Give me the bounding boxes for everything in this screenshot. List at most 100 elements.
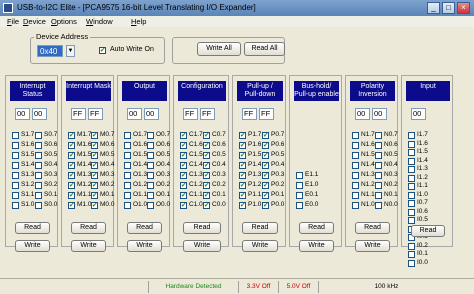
bit-checkbox[interactable]: ✔ [68, 172, 75, 179]
bit-checkbox[interactable] [296, 172, 303, 179]
bit-checkbox[interactable]: ✔ [91, 182, 98, 189]
bit-checkbox[interactable]: ✔ [203, 192, 210, 199]
bit-checkbox[interactable]: ✔ [239, 192, 246, 199]
bit-checkbox[interactable]: ✔ [239, 182, 246, 189]
bit-checkbox[interactable] [352, 152, 359, 159]
bit-checkbox[interactable]: ✔ [68, 142, 75, 149]
bit-checkbox[interactable]: ✔ [91, 162, 98, 169]
write-button[interactable]: Write [242, 240, 278, 252]
hex-value-field[interactable]: 00 [15, 108, 30, 120]
bit-checkbox[interactable]: ✔ [180, 162, 187, 169]
menu-file[interactable]: File [7, 16, 19, 27]
read-button[interactable]: Read [71, 222, 106, 234]
bit-checkbox[interactable]: ✔ [203, 162, 210, 169]
bit-checkbox[interactable] [408, 217, 415, 224]
hex-value-field[interactable]: 00 [372, 108, 387, 120]
bit-checkbox[interactable] [124, 172, 131, 179]
bit-checkbox[interactable] [375, 152, 382, 159]
hex-value-field[interactable]: FF [88, 108, 103, 120]
bit-checkbox[interactable] [147, 192, 154, 199]
bit-checkbox[interactable] [408, 157, 415, 165]
title-bar[interactable]: USB-to-I2C Elite - [PCA9575 16-bit Level… [0, 0, 474, 16]
bit-checkbox[interactable]: ✔ [180, 192, 187, 199]
write-button[interactable]: Write [299, 240, 334, 252]
bit-checkbox[interactable] [352, 192, 359, 199]
bit-checkbox[interactable]: ✔ [91, 152, 98, 159]
bit-checkbox[interactable] [408, 251, 415, 258]
bit-checkbox[interactable] [352, 132, 359, 139]
maximize-icon[interactable]: □ [442, 2, 455, 14]
bit-checkbox[interactable]: ✔ [91, 132, 98, 139]
menu-help[interactable]: Help [131, 16, 146, 27]
bit-checkbox[interactable] [375, 142, 382, 149]
bit-checkbox[interactable]: ✔ [203, 172, 210, 179]
write-button[interactable]: Write [127, 240, 162, 252]
hex-value-field[interactable]: 00 [144, 108, 159, 120]
bit-checkbox[interactable]: ✔ [180, 142, 187, 149]
bit-checkbox[interactable] [352, 182, 359, 189]
bit-checkbox[interactable]: ✔ [203, 182, 210, 189]
bit-checkbox[interactable]: ✔ [180, 132, 187, 139]
minimize-icon[interactable]: _ [427, 2, 440, 14]
bit-checkbox[interactable]: ✔ [91, 142, 98, 149]
bit-checkbox[interactable] [375, 162, 382, 169]
bit-checkbox[interactable] [12, 162, 19, 169]
bit-checkbox[interactable]: ✔ [262, 172, 269, 179]
bit-checkbox[interactable]: ✔ [68, 182, 75, 189]
write-button[interactable]: Write [355, 240, 390, 252]
bit-checkbox[interactable] [147, 132, 154, 139]
bit-checkbox[interactable]: ✔ [262, 202, 269, 209]
bit-checkbox[interactable] [375, 202, 382, 209]
bit-checkbox[interactable]: ✔ [239, 172, 246, 179]
bit-checkbox[interactable] [35, 202, 42, 209]
bit-checkbox[interactable]: ✔ [239, 202, 246, 209]
bit-checkbox[interactable]: ✔ [68, 152, 75, 159]
bit-checkbox[interactable] [147, 162, 154, 169]
bit-checkbox[interactable] [35, 172, 42, 179]
bit-checkbox[interactable] [408, 242, 415, 250]
bit-checkbox[interactable] [408, 200, 415, 207]
bit-checkbox[interactable] [35, 152, 42, 159]
hex-value-field[interactable]: 00 [32, 108, 47, 120]
bit-checkbox[interactable] [375, 182, 382, 189]
bit-checkbox[interactable] [352, 202, 359, 209]
bit-checkbox[interactable]: ✔ [180, 202, 187, 209]
read-button[interactable]: Read [127, 222, 162, 234]
hex-value-field[interactable]: FF [242, 108, 257, 120]
bit-checkbox[interactable] [352, 172, 359, 179]
chevron-down-icon[interactable]: ▼ [66, 45, 75, 57]
bit-checkbox[interactable]: ✔ [203, 202, 210, 209]
bit-checkbox[interactable]: ✔ [239, 162, 246, 169]
bit-checkbox[interactable]: ✔ [203, 142, 210, 149]
bit-checkbox[interactable] [375, 192, 382, 199]
hex-value-field[interactable]: 00 [411, 108, 426, 120]
bit-checkbox[interactable] [12, 132, 19, 139]
bit-checkbox[interactable] [408, 174, 415, 182]
bit-checkbox[interactable] [147, 152, 154, 159]
bit-checkbox[interactable]: ✔ [239, 142, 246, 149]
bit-checkbox[interactable] [35, 132, 42, 139]
bit-checkbox[interactable] [352, 162, 359, 169]
bit-checkbox[interactable] [408, 132, 415, 139]
bit-checkbox[interactable]: ✔ [68, 202, 75, 209]
bit-checkbox[interactable]: ✔ [239, 132, 246, 139]
menu-options[interactable]: Options [51, 16, 77, 27]
bit-checkbox[interactable] [124, 132, 131, 139]
bit-checkbox[interactable] [35, 182, 42, 189]
bit-checkbox[interactable] [124, 182, 131, 189]
bit-checkbox[interactable] [408, 140, 415, 148]
write-all-button[interactable]: Write All [197, 42, 241, 56]
device-address-select[interactable]: 0x40 [37, 45, 63, 57]
write-button[interactable]: Write [183, 240, 221, 252]
bit-checkbox[interactable]: ✔ [203, 132, 210, 139]
bit-checkbox[interactable] [408, 149, 415, 156]
bit-checkbox[interactable]: ✔ [262, 162, 269, 169]
read-button[interactable]: Read [183, 222, 221, 234]
bit-checkbox[interactable] [35, 162, 42, 169]
bit-checkbox[interactable]: ✔ [91, 192, 98, 199]
bit-checkbox[interactable]: ✔ [262, 182, 269, 189]
read-button[interactable]: Read [355, 222, 390, 234]
write-button[interactable]: Write [71, 240, 106, 252]
bit-checkbox[interactable] [147, 142, 154, 149]
bit-checkbox[interactable]: ✔ [180, 172, 187, 179]
